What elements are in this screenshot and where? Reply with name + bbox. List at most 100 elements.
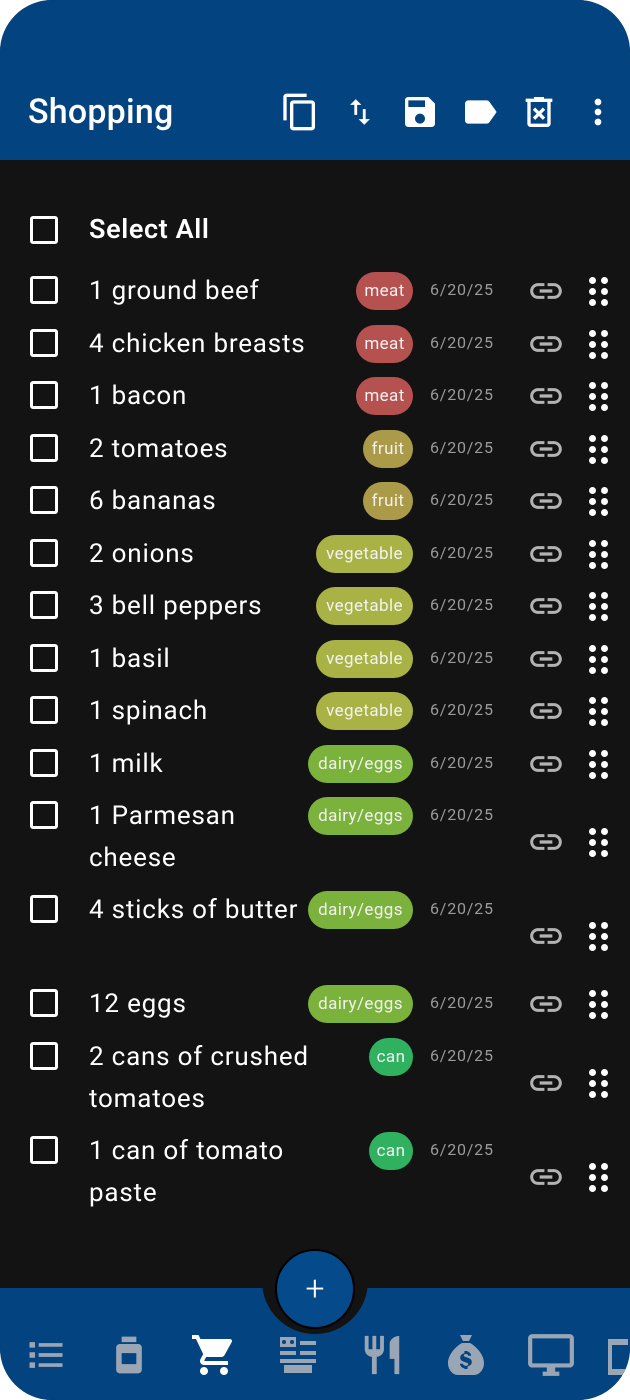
item-date: 6/20/25 [430,332,494,352]
link-icon[interactable] [526,696,566,726]
item-date: 6/20/25 [430,700,494,719]
link-icon[interactable] [526,827,566,857]
list-item: 1 Parmesan cheese dairy/eggs 6/20/25 [0,796,630,890]
link-icon[interactable] [526,276,566,306]
list-item: 1 milk dairy/eggs 6/20/25 [0,744,630,797]
category-tag: dairy/eggs [308,744,413,783]
item-checkbox[interactable] [30,1041,58,1070]
kitchen-icon[interactable] [273,1330,323,1380]
desktop-icon[interactable] [526,1330,576,1380]
app-screen: Shopping Select All 1 ground beef meat 6/2… [0,0,630,1400]
item-checkbox[interactable] [30,276,58,304]
category-tag: dairy/eggs [308,985,413,1023]
add-item-button[interactable]: + [275,1249,355,1329]
label-icon[interactable] [456,88,504,136]
drag-handle-icon[interactable] [586,825,612,859]
money-bag-icon[interactable] [441,1330,491,1380]
item-checkbox[interactable] [30,381,58,409]
item-checkbox[interactable] [30,643,58,672]
item-checkbox[interactable] [30,801,58,829]
link-icon[interactable] [526,749,566,779]
select-all-checkbox[interactable] [30,216,58,244]
list-item: 4 sticks of butter dairy/eggs 6/20/25 [0,890,630,984]
item-checkbox[interactable] [30,433,58,462]
drag-handle-icon[interactable] [586,379,612,413]
copy-icon[interactable] [276,88,324,136]
category-tag: vegetable [316,692,413,730]
link-icon[interactable] [526,644,566,674]
category-tag: dairy/eggs [308,797,413,835]
list-item: 4 chicken breasts meat 6/20/25 [0,324,630,377]
list-item: 2 cans of crushed tomatoes can 6/20/25 [0,1037,630,1131]
drag-handle-icon[interactable] [586,327,612,361]
save-icon[interactable] [396,88,444,136]
app-bar: Shopping [0,0,630,160]
item-date: 6/20/25 [430,899,494,918]
drag-handle-icon[interactable] [586,537,612,571]
link-icon[interactable] [526,381,566,411]
list-icon[interactable] [21,1330,71,1380]
drag-handle-icon[interactable] [586,589,612,623]
drag-handle-icon[interactable] [586,919,612,953]
item-name: 1 ground beef [89,276,260,306]
jar-icon[interactable] [104,1330,154,1380]
item-name: 1 Parmesan cheese [89,801,236,873]
item-date: 6/20/25 [430,595,494,614]
link-icon[interactable] [526,434,566,464]
item-date: 6/20/25 [430,752,494,772]
cart-icon[interactable] [189,1330,239,1380]
item-checkbox[interactable] [30,989,58,1017]
item-date: 6/20/25 [430,1045,494,1065]
link-icon[interactable] [526,539,566,569]
item-date: 6/20/25 [430,1139,494,1159]
item-name: 4 chicken breasts [89,328,306,359]
category-tag: meat [356,324,413,363]
list-item: 1 bacon meat 6/20/25 [0,376,630,429]
item-checkbox[interactable] [30,696,58,724]
link-icon[interactable] [526,921,566,951]
category-tag: vegetable [316,534,413,573]
category-tag: vegetable [316,639,413,678]
drag-handle-icon[interactable] [586,484,612,518]
item-name: 1 bacon [89,381,188,411]
drag-handle-icon[interactable] [586,1160,612,1194]
item-checkbox[interactable] [30,895,58,923]
drag-handle-icon[interactable] [586,642,612,676]
list-item: 1 basil vegetable 6/20/25 [0,639,630,692]
link-icon[interactable] [526,1162,566,1192]
link-icon[interactable] [526,591,566,621]
more-icon[interactable] [604,1330,630,1380]
item-checkbox[interactable] [30,748,58,777]
item-date: 6/20/25 [430,385,494,404]
drag-handle-icon[interactable] [586,274,612,308]
item-name: 2 cans of crushed tomatoes [89,1041,309,1114]
item-name: 1 spinach [89,696,209,726]
drag-handle-icon[interactable] [586,747,612,781]
list-item: 12 eggs dairy/eggs 6/20/25 [0,984,630,1037]
link-icon[interactable] [526,989,566,1019]
link-icon[interactable] [526,329,566,359]
item-date: 6/20/25 [430,437,494,457]
drag-handle-icon[interactable] [586,432,612,466]
item-checkbox[interactable] [30,591,58,619]
item-checkbox[interactable] [30,538,58,567]
sort-icon[interactable] [336,88,384,136]
drag-handle-icon[interactable] [586,694,612,728]
item-checkbox[interactable] [30,1135,58,1164]
delete-icon[interactable] [515,88,563,136]
item-name: 6 bananas [89,486,217,516]
category-tag: fruit [363,429,413,468]
drag-handle-icon[interactable] [586,987,612,1021]
link-icon[interactable] [526,1068,566,1098]
select-all-label: Select All [89,213,210,245]
shopping-list: Select All 1 ground beef meat 6/20/25 4 chi… [0,160,630,1288]
more-vert-icon[interactable] [574,88,622,136]
item-name: 2 onions [89,538,195,569]
category-tag: can [369,1037,413,1076]
utensils-icon[interactable] [357,1330,407,1380]
link-icon[interactable] [526,486,566,516]
drag-handle-icon[interactable] [586,1066,612,1100]
item-checkbox[interactable] [30,486,58,514]
item-checkbox[interactable] [30,328,58,357]
category-tag: meat [356,377,413,415]
